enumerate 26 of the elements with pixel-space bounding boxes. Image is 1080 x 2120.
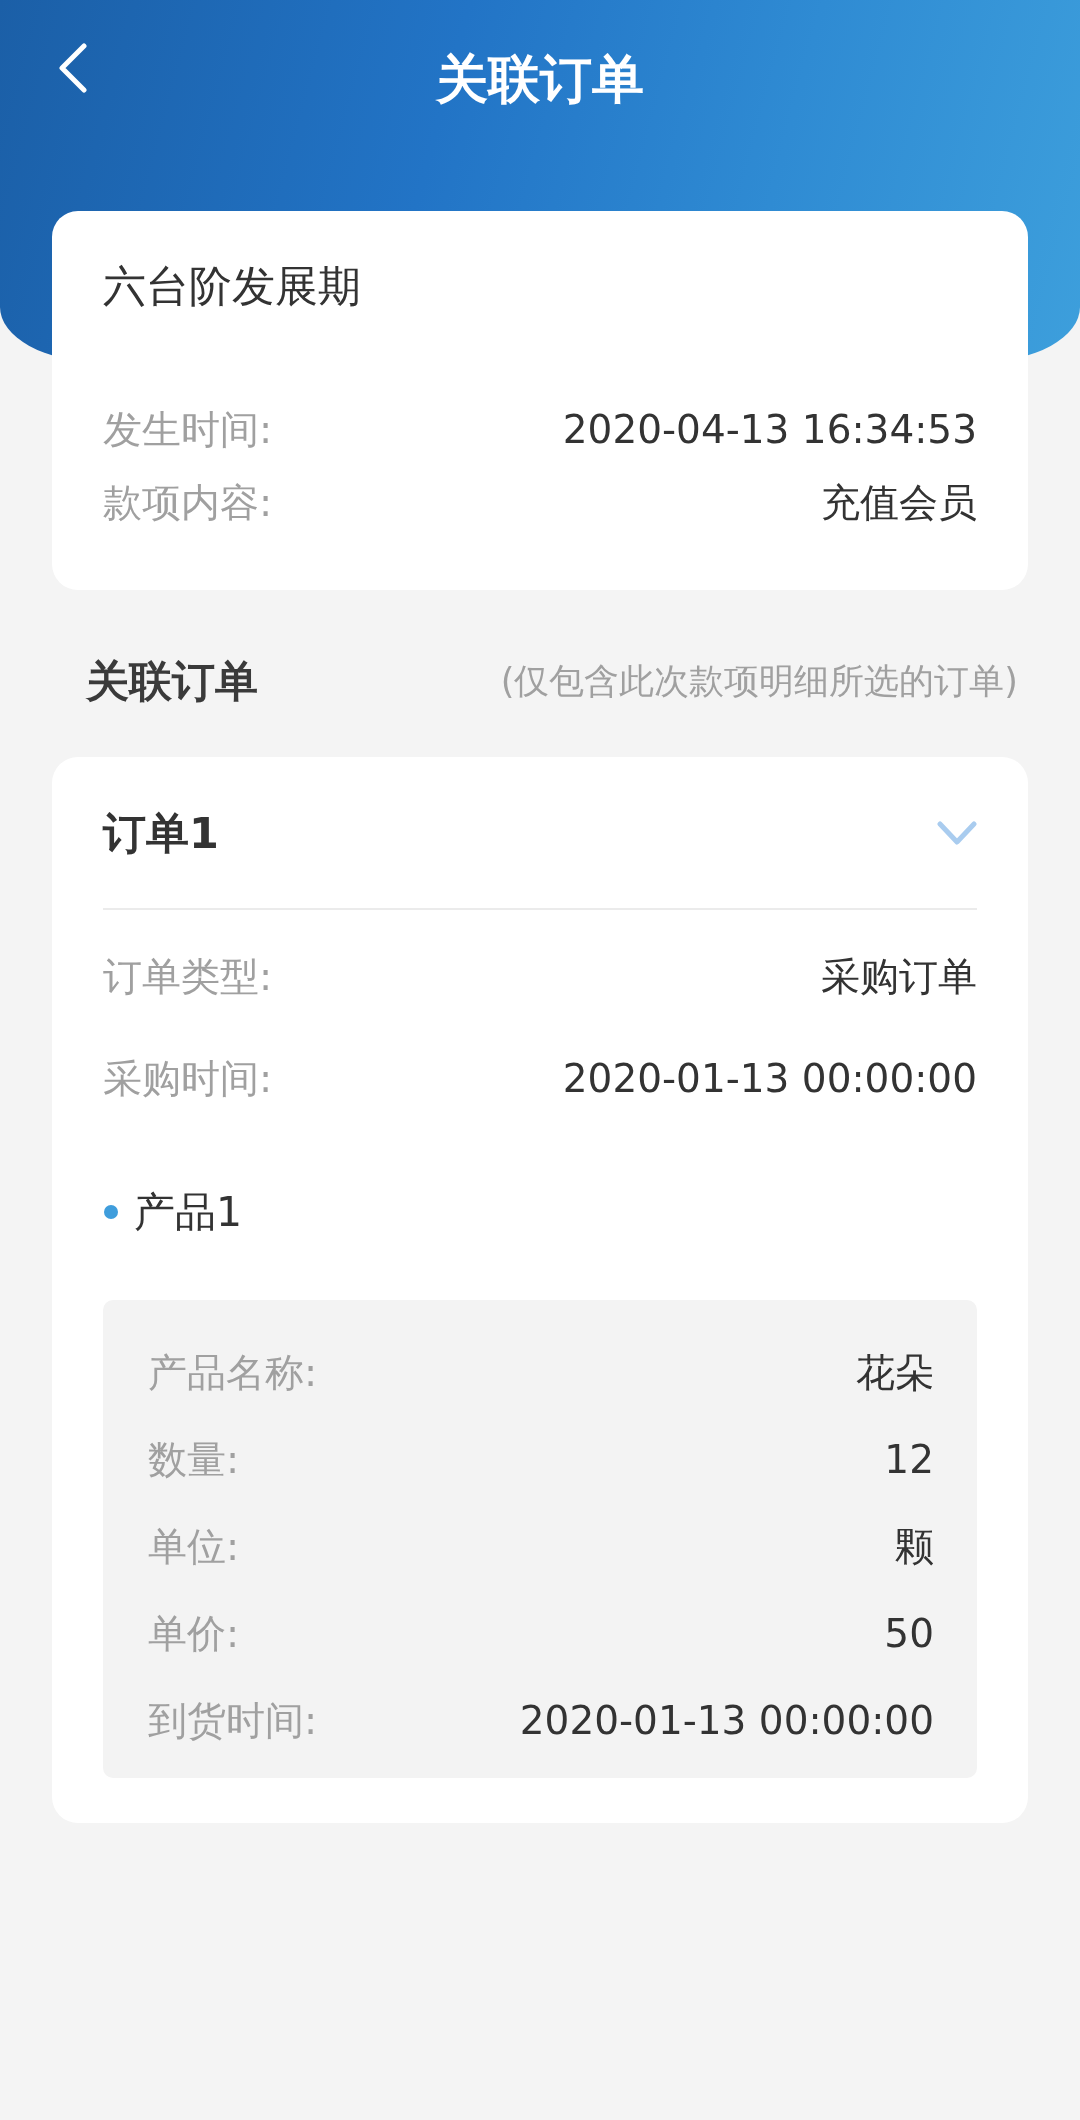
field-value: 2020-04-13 16:34:53 [562, 406, 977, 454]
back-icon[interactable] [58, 43, 87, 93]
field-label: 采购时间: [103, 1055, 273, 1103]
order-title: 订单1 [103, 807, 219, 860]
field-value: 12 [884, 1436, 934, 1484]
field-label: 产品名称: [148, 1349, 318, 1397]
field-label: 单位: [148, 1523, 240, 1571]
field-value: 采购订单 [821, 953, 977, 1001]
bullet-dot-icon [104, 1205, 118, 1219]
field-value: 50 [884, 1610, 934, 1658]
field-label: 发生时间: [103, 406, 273, 454]
section-note: (仅包含此次款项明细所选的订单) [500, 660, 1018, 703]
product-title: 产品1 [134, 1187, 243, 1238]
field-value: 2020-01-13 00:00:00 [519, 1697, 934, 1745]
field-label: 订单类型: [103, 953, 273, 1001]
summary-title: 六台阶发展期 [103, 260, 362, 312]
field-value: 充值会员 [821, 479, 977, 527]
field-value: 颗 [895, 1523, 934, 1571]
field-label: 单价: [148, 1610, 240, 1658]
field-label: 数量: [148, 1436, 240, 1484]
field-value: 2020-01-13 00:00:00 [562, 1055, 977, 1103]
field-label: 款项内容: [103, 479, 273, 527]
field-value: 花朵 [856, 1349, 934, 1397]
field-label: 到货时间: [148, 1697, 318, 1745]
section-title: 关联订单 [86, 655, 258, 708]
page-title: 关联订单 [436, 48, 644, 111]
